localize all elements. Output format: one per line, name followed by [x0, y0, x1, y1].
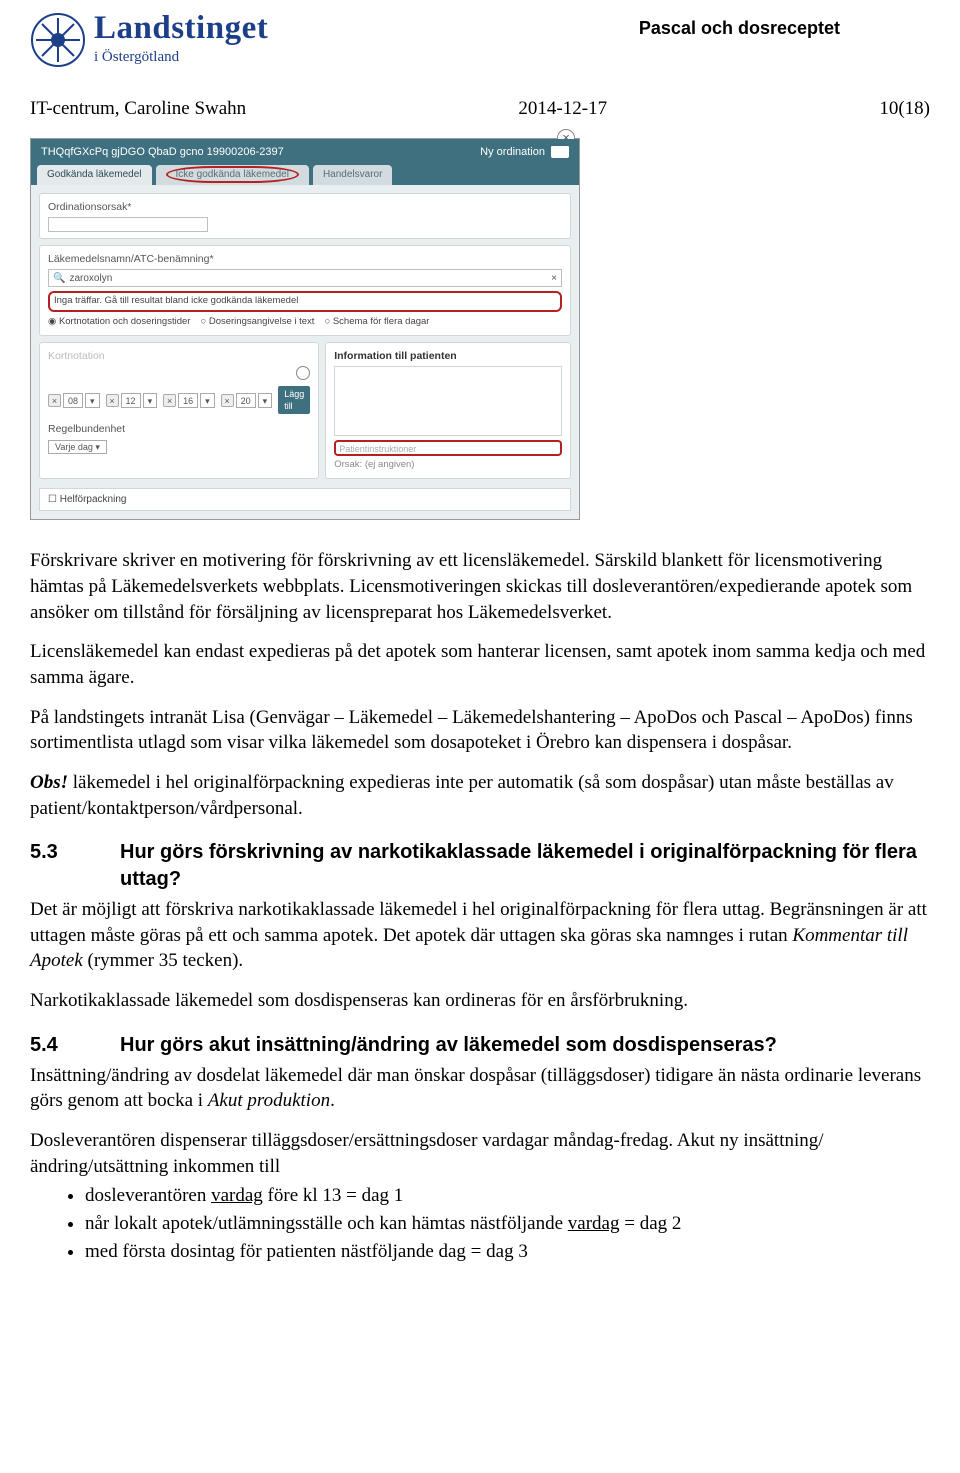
label-kortnotation: Kortnotation: [48, 349, 310, 363]
search-input[interactable]: 🔍 zaroxolyn ×: [48, 269, 562, 287]
label-info-patient: Information till patienten: [334, 349, 562, 363]
label-regelbundenhet: Regelbundenhet: [48, 422, 310, 436]
orsak-text: Orsak: (ej angiven): [334, 459, 562, 472]
paragraph: Narkotikaklassade läkemedel som dosdispe…: [30, 988, 930, 1014]
paragraph: Förskrivare skriver en motivering för fö…: [30, 548, 930, 625]
clock-icon[interactable]: [296, 366, 310, 380]
select-regelbundenhet[interactable]: Varje dag ▾: [48, 440, 107, 454]
logo-sub-text: i Östergötland: [94, 45, 268, 67]
meta-date: 2014-12-17: [518, 96, 607, 122]
meta-page: 10(18): [879, 96, 930, 122]
list-item: dosleverantören vardag före kl 13 = dag …: [85, 1183, 930, 1209]
add-time-button[interactable]: Lägg till: [278, 386, 310, 414]
paragraph: Dosleverantören dispenserar tilläggsdose…: [30, 1128, 930, 1179]
search-icon: 🔍: [53, 272, 65, 286]
bullet-list: dosleverantören vardag före kl 13 = dag …: [30, 1183, 930, 1264]
patientinstruktioner-field[interactable]: Patientinstruktioner: [334, 440, 562, 456]
paragraph: Insättning/ändring av dosdelat läkemedel…: [30, 1063, 930, 1114]
paragraph: Det är möjligt att förskriva narkotikakl…: [30, 897, 930, 974]
paragraph: Licensläkemedel kan endast expedieras på…: [30, 639, 930, 690]
list-item: med första dosintag för patienten nästfö…: [85, 1239, 930, 1265]
logo-main-text: Landstinget: [94, 12, 268, 45]
label-lakemedelsnamn: Läkemedelsnamn/ATC-benämning*: [48, 252, 562, 266]
list-item: når lokalt apotek/utlämningsställe och k…: [85, 1211, 930, 1237]
heading-5-4: 5.4 Hur görs akut insättning/ändring av …: [30, 1032, 930, 1059]
info-textarea[interactable]: [334, 366, 562, 436]
tab-icke-godkanda[interactable]: Icke godkända läkemedel: [156, 165, 309, 185]
radio-kortnotation[interactable]: ◉ Kortnotation och doseringstider: [48, 316, 190, 329]
paragraph: På landstingets intranät Lisa (Genvägar …: [30, 705, 930, 756]
header-ny-ordination: Ny ordination: [480, 145, 545, 160]
paragraph: Obs! läkemedel i hel originalförpackning…: [30, 770, 930, 821]
book-icon[interactable]: [551, 146, 569, 158]
label-ordinationsorsak: Ordinationsorsak*: [48, 200, 562, 214]
checkbox-helforpackning[interactable]: ☐ Helförpackning: [39, 488, 571, 512]
time-pill-08[interactable]: ×08▾: [48, 393, 100, 408]
clear-search-icon[interactable]: ×: [551, 272, 557, 286]
patient-id: THQqfGXcPq gjDGO QbaD gcno 19900206-2397: [41, 145, 284, 160]
landstinget-logo-icon: [30, 12, 86, 68]
tab-godkanda[interactable]: Godkända läkemedel: [37, 165, 152, 185]
tab-handelsvaror[interactable]: Handelsvaror: [313, 165, 392, 185]
embedded-screenshot: × THQqfGXcPq gjDGO QbaD gcno 19900206-23…: [30, 138, 580, 521]
time-pill-20[interactable]: ×20▾: [221, 393, 273, 408]
logo-block: Landstinget i Östergötland: [30, 12, 268, 68]
time-pill-12[interactable]: ×12▾: [106, 393, 158, 408]
meta-author: IT-centrum, Caroline Swahn: [30, 96, 246, 122]
document-title: Pascal och dosreceptet: [639, 12, 930, 40]
heading-5-3: 5.3 Hur görs förskrivning av narkotikakl…: [30, 839, 930, 893]
time-pill-16[interactable]: ×16▾: [163, 393, 215, 408]
radio-schema[interactable]: ○ Schema för flera dagar: [324, 316, 429, 329]
radio-doseringstext[interactable]: ○ Doseringsangivelse i text: [200, 316, 314, 329]
input-ordinationsorsak[interactable]: [48, 217, 208, 232]
no-hits-message: Inga träffar. Gå till resultat bland ick…: [48, 291, 562, 312]
